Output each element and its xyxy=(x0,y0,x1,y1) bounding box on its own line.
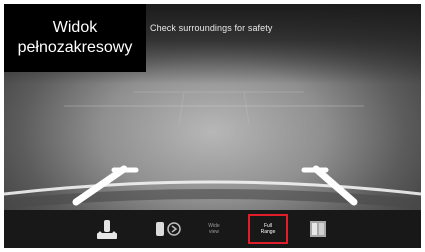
split-view-button[interactable] xyxy=(306,214,330,244)
view-mode-title: Widok pełnozakresowy xyxy=(4,4,146,72)
car-sensor-signal-icon xyxy=(156,222,181,236)
view-mode-title-line2: pełnozakresowy xyxy=(17,39,133,56)
split-view-icon xyxy=(310,221,326,237)
sensor-toggle-button[interactable] xyxy=(150,214,184,244)
full-range-label: Full Range xyxy=(260,223,276,235)
full-range-button[interactable]: Full Range xyxy=(248,214,288,244)
camera-view-toolbar: Wide view Full Range xyxy=(4,210,421,248)
wide-view-button[interactable]: Wide view xyxy=(202,214,226,244)
view-mode-title-line1: Widok xyxy=(52,19,98,36)
camera-display: Widok pełnozakresowy Check surroundings … xyxy=(0,0,425,252)
parking-sensor-button[interactable] xyxy=(92,214,122,244)
wide-view-label: Wide view xyxy=(208,223,220,235)
parking-sensor-car-icon xyxy=(97,220,117,239)
safety-warning-text: Check surroundings for safety xyxy=(150,23,273,33)
